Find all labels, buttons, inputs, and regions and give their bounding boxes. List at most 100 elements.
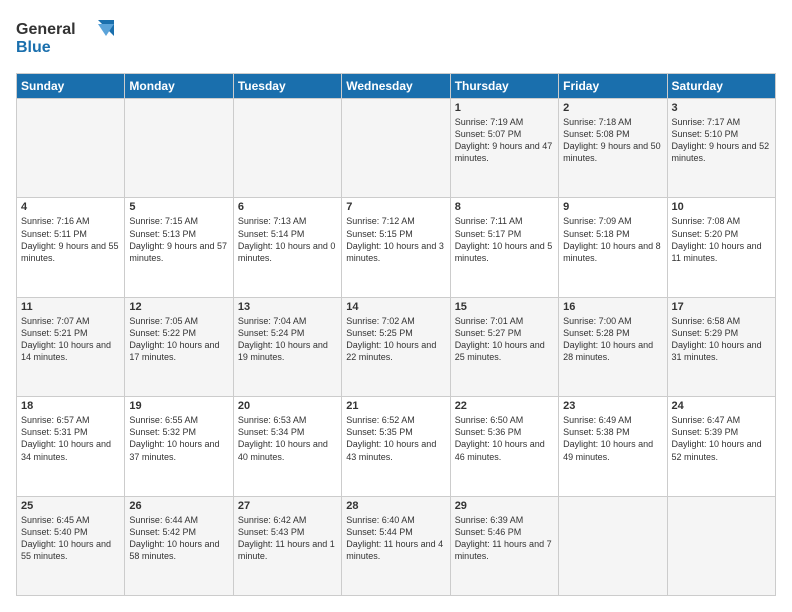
calendar-day: 6Sunrise: 7:13 AM Sunset: 5:14 PM Daylig…: [233, 198, 341, 297]
day-number: 8: [455, 201, 554, 213]
day-info: Sunrise: 7:18 AM Sunset: 5:08 PM Dayligh…: [563, 116, 662, 165]
calendar-day: [342, 99, 450, 198]
day-info: Sunrise: 6:53 AM Sunset: 5:34 PM Dayligh…: [238, 414, 337, 463]
day-number: 6: [238, 201, 337, 213]
calendar-day: 13Sunrise: 7:04 AM Sunset: 5:24 PM Dayli…: [233, 297, 341, 396]
day-number: 21: [346, 400, 445, 412]
day-number: 17: [672, 301, 771, 313]
day-number: 4: [21, 201, 120, 213]
day-info: Sunrise: 6:52 AM Sunset: 5:35 PM Dayligh…: [346, 414, 445, 463]
calendar-day: [559, 496, 667, 595]
col-header-tuesday: Tuesday: [233, 74, 341, 99]
day-number: 26: [129, 500, 228, 512]
logo: General Blue: [16, 16, 116, 63]
header: General Blue: [16, 16, 776, 63]
day-info: Sunrise: 6:39 AM Sunset: 5:46 PM Dayligh…: [455, 514, 554, 563]
day-info: Sunrise: 6:55 AM Sunset: 5:32 PM Dayligh…: [129, 414, 228, 463]
calendar-week-1: 1 Sunrise: 7:19 AM Sunset: 5:07 PM Daylig…: [17, 99, 776, 198]
calendar-day: 2 Sunrise: 7:18 AM Sunset: 5:08 PM Daylig…: [559, 99, 667, 198]
calendar-day: 22Sunrise: 6:50 AM Sunset: 5:36 PM Dayli…: [450, 397, 558, 496]
day-number: 7: [346, 201, 445, 213]
col-header-saturday: Saturday: [667, 74, 775, 99]
calendar-day: 24Sunrise: 6:47 AM Sunset: 5:39 PM Dayli…: [667, 397, 775, 496]
calendar-day: 7 Sunrise: 7:12 AM Sunset: 5:15 PM Daylig…: [342, 198, 450, 297]
calendar-day: [667, 496, 775, 595]
calendar-day: 29Sunrise: 6:39 AM Sunset: 5:46 PM Dayli…: [450, 496, 558, 595]
day-info: Sunrise: 7:11 AM Sunset: 5:17 PM Dayligh…: [455, 215, 554, 264]
calendar-day: 8 Sunrise: 7:11 AM Sunset: 5:17 PM Daylig…: [450, 198, 558, 297]
day-info: Sunrise: 7:01 AM Sunset: 5:27 PM Dayligh…: [455, 315, 554, 364]
calendar-day: 15 Sunrise: 7:01 AM Sunset: 5:27 PM Dayli…: [450, 297, 558, 396]
day-info: Sunrise: 6:40 AM Sunset: 5:44 PM Dayligh…: [346, 514, 445, 563]
day-info: Sunrise: 7:15 AM Sunset: 5:13 PM Dayligh…: [129, 215, 228, 264]
day-info: Sunrise: 7:12 AM Sunset: 5:15 PM Dayligh…: [346, 215, 445, 264]
calendar-day: 20Sunrise: 6:53 AM Sunset: 5:34 PM Dayli…: [233, 397, 341, 496]
calendar-table: SundayMondayTuesdayWednesdayThursdayFrid…: [16, 73, 776, 596]
calendar-week-4: 18 Sunrise: 6:57 AM Sunset: 5:31 PM Dayli…: [17, 397, 776, 496]
calendar-day: 1 Sunrise: 7:19 AM Sunset: 5:07 PM Daylig…: [450, 99, 558, 198]
calendar-day: 23 Sunrise: 6:49 AM Sunset: 5:38 PM Dayli…: [559, 397, 667, 496]
calendar-day: 26 Sunrise: 6:44 AM Sunset: 5:42 PM Dayli…: [125, 496, 233, 595]
day-number: 25: [21, 500, 120, 512]
day-info: Sunrise: 7:09 AM Sunset: 5:18 PM Dayligh…: [563, 215, 662, 264]
day-number: 9: [563, 201, 662, 213]
col-header-monday: Monday: [125, 74, 233, 99]
day-info: Sunrise: 6:58 AM Sunset: 5:29 PM Dayligh…: [672, 315, 771, 364]
day-info: Sunrise: 7:08 AM Sunset: 5:20 PM Dayligh…: [672, 215, 771, 264]
calendar-day: 12 Sunrise: 7:05 AM Sunset: 5:22 PM Dayli…: [125, 297, 233, 396]
day-number: 18: [21, 400, 120, 412]
calendar-day: [125, 99, 233, 198]
day-info: Sunrise: 7:00 AM Sunset: 5:28 PM Dayligh…: [563, 315, 662, 364]
day-number: 10: [672, 201, 771, 213]
day-info: Sunrise: 7:07 AM Sunset: 5:21 PM Dayligh…: [21, 315, 120, 364]
day-info: Sunrise: 6:49 AM Sunset: 5:38 PM Dayligh…: [563, 414, 662, 463]
day-number: 19: [129, 400, 228, 412]
day-number: 2: [563, 102, 662, 114]
day-number: 15: [455, 301, 554, 313]
calendar-day: 4 Sunrise: 7:16 AM Sunset: 5:11 PM Daylig…: [17, 198, 125, 297]
day-info: Sunrise: 7:19 AM Sunset: 5:07 PM Dayligh…: [455, 116, 554, 165]
calendar-week-2: 4 Sunrise: 7:16 AM Sunset: 5:11 PM Daylig…: [17, 198, 776, 297]
day-info: Sunrise: 6:45 AM Sunset: 5:40 PM Dayligh…: [21, 514, 120, 563]
calendar-day: 11 Sunrise: 7:07 AM Sunset: 5:21 PM Dayli…: [17, 297, 125, 396]
day-info: Sunrise: 7:05 AM Sunset: 5:22 PM Dayligh…: [129, 315, 228, 364]
day-info: Sunrise: 7:16 AM Sunset: 5:11 PM Dayligh…: [21, 215, 120, 264]
day-info: Sunrise: 6:42 AM Sunset: 5:43 PM Dayligh…: [238, 514, 337, 563]
day-info: Sunrise: 6:57 AM Sunset: 5:31 PM Dayligh…: [21, 414, 120, 463]
page: General Blue SundayMondayTuesdayWednesda…: [0, 0, 792, 612]
calendar-day: 28Sunrise: 6:40 AM Sunset: 5:44 PM Dayli…: [342, 496, 450, 595]
calendar-day: 9 Sunrise: 7:09 AM Sunset: 5:18 PM Daylig…: [559, 198, 667, 297]
calendar-day: 3 Sunrise: 7:17 AM Sunset: 5:10 PM Daylig…: [667, 99, 775, 198]
calendar-week-5: 25 Sunrise: 6:45 AM Sunset: 5:40 PM Dayli…: [17, 496, 776, 595]
calendar-day: [233, 99, 341, 198]
calendar-day: 27 Sunrise: 6:42 AM Sunset: 5:43 PM Dayli…: [233, 496, 341, 595]
col-header-friday: Friday: [559, 74, 667, 99]
day-info: Sunrise: 6:44 AM Sunset: 5:42 PM Dayligh…: [129, 514, 228, 563]
day-info: Sunrise: 7:02 AM Sunset: 5:25 PM Dayligh…: [346, 315, 445, 364]
calendar-day: 17 Sunrise: 6:58 AM Sunset: 5:29 PM Dayli…: [667, 297, 775, 396]
calendar-day: 25 Sunrise: 6:45 AM Sunset: 5:40 PM Dayli…: [17, 496, 125, 595]
calendar-day: 16Sunrise: 7:00 AM Sunset: 5:28 PM Dayli…: [559, 297, 667, 396]
day-number: 14: [346, 301, 445, 313]
day-number: 27: [238, 500, 337, 512]
calendar-day: 19 Sunrise: 6:55 AM Sunset: 5:32 PM Dayli…: [125, 397, 233, 496]
day-number: 12: [129, 301, 228, 313]
day-number: 13: [238, 301, 337, 313]
col-header-wednesday: Wednesday: [342, 74, 450, 99]
calendar-day: [17, 99, 125, 198]
calendar-day: 21 Sunrise: 6:52 AM Sunset: 5:35 PM Dayli…: [342, 397, 450, 496]
day-number: 3: [672, 102, 771, 114]
svg-text:Blue: Blue: [16, 39, 51, 56]
day-info: Sunrise: 6:47 AM Sunset: 5:39 PM Dayligh…: [672, 414, 771, 463]
day-number: 11: [21, 301, 120, 313]
day-number: 5: [129, 201, 228, 213]
calendar-header-row: SundayMondayTuesdayWednesdayThursdayFrid…: [17, 74, 776, 99]
day-number: 23: [563, 400, 662, 412]
day-number: 1: [455, 102, 554, 114]
col-header-sunday: Sunday: [17, 74, 125, 99]
calendar-day: 5 Sunrise: 7:15 AM Sunset: 5:13 PM Daylig…: [125, 198, 233, 297]
day-info: Sunrise: 7:17 AM Sunset: 5:10 PM Dayligh…: [672, 116, 771, 165]
svg-text:General: General: [16, 21, 76, 38]
logo-wordmark: General Blue: [16, 16, 116, 63]
day-info: Sunrise: 6:50 AM Sunset: 5:36 PM Dayligh…: [455, 414, 554, 463]
